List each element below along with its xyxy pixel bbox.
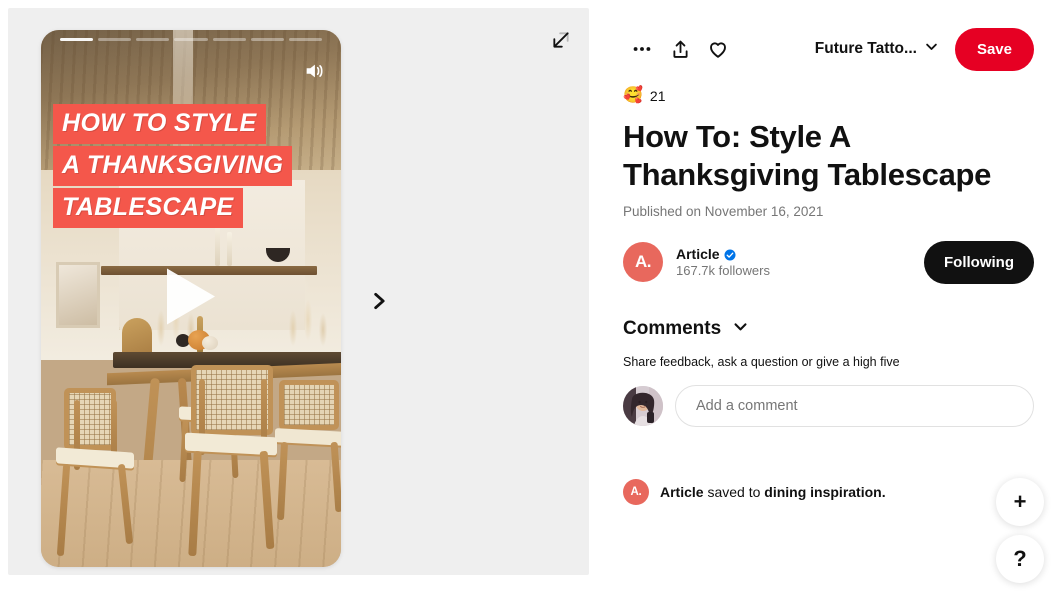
creator-name-row[interactable]: Article — [676, 246, 770, 262]
page-title: How To: Style A Thanksgiving Tablescape — [623, 119, 992, 192]
story-progress-bar[interactable] — [60, 38, 322, 41]
published-date: Published on November 16, 2021 — [623, 203, 824, 219]
ellipsis-icon[interactable] — [623, 30, 661, 68]
following-button[interactable]: Following — [924, 240, 1034, 284]
creator-row: A. Article 167.7k followers Following — [623, 240, 1034, 284]
overlay-line-2: A THANKSGIVING — [53, 146, 293, 186]
heart-outline-icon[interactable] — [699, 30, 737, 68]
add-comment-input[interactable] — [675, 384, 1034, 427]
comments-title: Comments — [623, 317, 722, 339]
story-segment[interactable] — [250, 38, 284, 41]
comments-header[interactable]: Comments — [623, 318, 1034, 340]
creator-info: Article 167.7k followers — [676, 246, 770, 278]
creator-name: Article — [676, 246, 720, 263]
toast-source: Article — [660, 483, 704, 500]
story-segment[interactable] — [212, 38, 246, 41]
story-segment[interactable] — [60, 38, 94, 41]
smiling-face-with-hearts-icon: 🥰 — [623, 87, 643, 104]
avatar: A. — [623, 478, 649, 505]
pin-action-toolbar: Future Tatto... Save — [623, 26, 1034, 72]
avatar[interactable]: A. — [623, 242, 663, 283]
follower-count: 167.7k followers — [676, 263, 770, 279]
story-video-card[interactable]: HOW TO STYLE A THANKSGIVING TABLESCAPE — [41, 30, 341, 567]
verified-badge-icon — [724, 248, 736, 261]
overlay-line-3: TABLESCAPE — [53, 188, 243, 228]
pin-detail-panel: Future Tatto... Save 🥰 21 How To: Style … — [597, 0, 1060, 600]
board-name-label: Future Tatto... — [814, 40, 917, 57]
story-segment[interactable] — [174, 38, 208, 41]
board-selector[interactable]: Future Tatto... — [811, 33, 943, 65]
story-segment[interactable] — [288, 38, 322, 41]
save-button[interactable]: Save — [954, 27, 1034, 71]
reaction-summary[interactable]: 🥰 21 — [623, 87, 1034, 105]
reaction-count: 21 — [649, 88, 666, 104]
play-triangle-icon[interactable] — [159, 262, 223, 335]
floating-action-buttons: + ? — [996, 478, 1044, 583]
story-segment[interactable] — [98, 38, 132, 41]
create-button[interactable]: + — [996, 478, 1044, 526]
saved-toast-text: Article saved to dining inspiration. — [660, 484, 886, 500]
add-comment-row — [623, 384, 1034, 427]
user-profile-photo[interactable] — [623, 385, 663, 426]
media-panel: HOW TO STYLE A THANKSGIVING TABLESCAPE — [0, 0, 597, 600]
video-overlay-caption: HOW TO STYLE A THANKSGIVING TABLESCAPE — [53, 104, 293, 230]
chevron-down-icon[interactable] — [732, 318, 749, 340]
chevron-right-icon[interactable] — [364, 286, 394, 316]
share-upload-icon[interactable] — [661, 30, 699, 68]
expand-diagonal-icon[interactable] — [548, 27, 574, 53]
pin-closeup-page: HOW TO STYLE A THANKSGIVING TABLESCAPE F… — [0, 0, 1060, 600]
help-button[interactable]: ? — [996, 535, 1044, 583]
toast-board: dining inspiration. — [764, 483, 886, 500]
comments-hint: Share feedback, ask a question or give a… — [623, 354, 900, 369]
overlay-line-1: HOW TO STYLE — [53, 104, 266, 144]
chevron-down-icon — [924, 39, 939, 59]
toast-middle: saved to — [703, 483, 765, 500]
story-segment[interactable] — [136, 38, 170, 41]
speaker-on-icon[interactable] — [301, 58, 327, 84]
saved-toast: A. Article saved to dining inspiration. — [623, 478, 1034, 505]
